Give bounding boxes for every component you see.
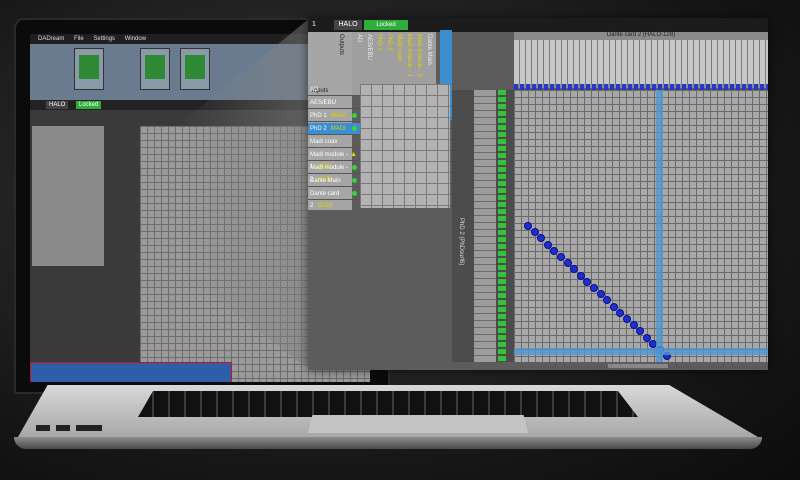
- output-column-header[interactable]: PhD 2: [386, 34, 392, 51]
- sd-card-slot-icon: [76, 425, 102, 431]
- device-name[interactable]: HALO: [334, 20, 362, 30]
- input-row-label: AD: [310, 87, 319, 93]
- mini-locked-tag: Locked: [76, 101, 102, 109]
- input-row[interactable]: Madi module - 2 MADI: [308, 162, 360, 183]
- channel-routing-grid[interactable]: [514, 90, 768, 362]
- input-row-label: Dante Main: [310, 178, 341, 184]
- output-column-header[interactable]: Madi coax: [396, 34, 402, 61]
- input-row-label: AES/EBU: [310, 100, 337, 106]
- status-led-icon: [352, 165, 357, 170]
- output-column-header[interactable]: AD: [356, 34, 362, 42]
- status-led-icon: [352, 126, 357, 131]
- input-row[interactable]: Madi module - 1 MADI ▲: [308, 149, 360, 170]
- mini-device-card[interactable]: [140, 48, 170, 90]
- dante-channel-headers[interactable]: [514, 40, 768, 84]
- input-row-sublabel: MADI: [330, 113, 346, 119]
- outputs-label: Outputs: [338, 34, 344, 56]
- mini-bottom-bar: [30, 362, 232, 382]
- lock-status-badge[interactable]: Locked: [364, 20, 408, 30]
- input-row[interactable]: Dante card 2 MADI: [308, 188, 360, 209]
- channel-status-leds: [498, 90, 506, 362]
- input-row-sublabel: MADI: [317, 203, 333, 209]
- mini-input-list: [32, 126, 104, 266]
- output-column-header[interactable]: Madi module - 2: [416, 34, 422, 77]
- mini-device-tag: HALO: [46, 101, 69, 109]
- routing-connection-point[interactable]: [537, 234, 546, 243]
- output-column-header[interactable]: Madi module - 1: [406, 34, 412, 77]
- mini-menu-file[interactable]: File: [74, 36, 84, 42]
- input-row-label: PhD 1: [310, 113, 327, 119]
- mini-device-card[interactable]: [74, 48, 104, 90]
- input-row[interactable]: PhD 2 MADI: [308, 123, 360, 135]
- input-row[interactable]: Madi coax: [308, 136, 360, 148]
- mini-menu-settings[interactable]: Settings: [93, 36, 115, 42]
- output-column-header[interactable]: PhD 1: [376, 34, 382, 51]
- input-row-sublabel: MADI: [330, 126, 346, 132]
- summary-routing-grid[interactable]: [360, 84, 450, 208]
- routing-connection-point[interactable]: [603, 296, 612, 305]
- crosshair-row: [514, 348, 768, 355]
- input-row[interactable]: PhD 1 MADI: [308, 110, 360, 122]
- status-led-icon: [352, 178, 357, 183]
- thunderbolt-port-icon: [56, 425, 70, 431]
- laptop-base: [0, 385, 762, 465]
- output-column-header[interactable]: Dante Main: [426, 34, 432, 65]
- row-number: 1: [312, 21, 316, 28]
- mini-menu-window[interactable]: Window: [125, 36, 146, 42]
- matrix-titlebar: 1 HALO Locked: [308, 18, 768, 32]
- status-led-icon: [352, 113, 357, 118]
- warning-icon: ▲: [350, 151, 357, 158]
- side-group-label: PhD 2 (PhDsurf6): [458, 218, 464, 266]
- input-row-label: Madi coax: [310, 139, 338, 145]
- input-row[interactable]: AD: [308, 84, 360, 96]
- input-row[interactable]: AES/EBU: [308, 97, 360, 109]
- horizontal-scrollbar[interactable]: [608, 364, 668, 368]
- keyboard-deck: [18, 385, 758, 437]
- mini-device-card[interactable]: [180, 48, 210, 90]
- input-row[interactable]: Dante Main: [308, 175, 360, 187]
- crosshair-column: [656, 90, 663, 362]
- routing-connection-point[interactable]: [636, 327, 645, 336]
- status-led-icon: [352, 191, 357, 196]
- output-column-header[interactable]: AES/EBU: [366, 34, 372, 60]
- routing-connection-point[interactable]: [570, 265, 579, 274]
- laptop-front-edge: [14, 437, 762, 449]
- dante-card-label: Dante card 2 (HALO-128): [606, 32, 676, 38]
- routing-matrix-zoom: 1 HALO Locked Inputs Outputs AD AES/EBU Ph…: [308, 18, 768, 370]
- trackpad: [308, 415, 528, 433]
- input-row-label: PhD 2: [310, 126, 327, 132]
- dante-card-header: Dante card 2 (HALO-128): [514, 32, 768, 90]
- usb-port-icon: [36, 425, 50, 431]
- channel-row-headers[interactable]: [474, 90, 496, 362]
- keyboard: [138, 391, 638, 417]
- mini-menu-app[interactable]: DADream: [38, 36, 64, 42]
- input-row-list: AD AES/EBU PhD 1 MADI PhD 2 MADI Madi coax Madi…: [308, 84, 360, 212]
